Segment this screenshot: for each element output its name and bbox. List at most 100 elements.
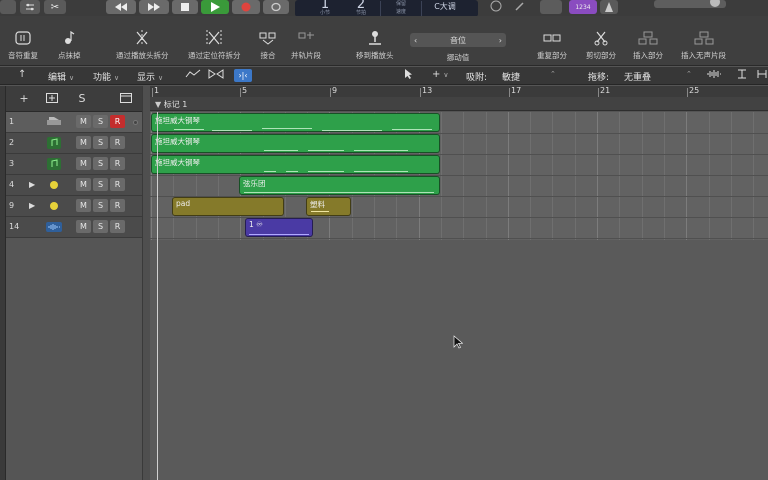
record-enable-button[interactable]: R: [110, 115, 125, 128]
record-enable-button[interactable]: R: [110, 220, 125, 233]
view-menu[interactable]: 显示 ∨: [137, 70, 163, 83]
up-arrow-icon[interactable]: ↑: [18, 69, 26, 80]
add-track-icon[interactable]: +: [14, 91, 34, 105]
repeat-section-label: 重复部分: [537, 51, 567, 60]
mute-button[interactable]: M: [76, 136, 91, 149]
duplicate-track-icon[interactable]: [44, 91, 60, 105]
track-number: 3: [9, 159, 15, 168]
pencil-icon[interactable]: [514, 0, 530, 14]
track-row[interactable]: 2 M S R: [6, 133, 142, 154]
drag-select[interactable]: 无重叠 ⌃: [624, 70, 694, 83]
record-enable-button[interactable]: R: [110, 136, 125, 149]
move-to-playhead-button[interactable]: 移到播放头: [356, 29, 394, 65]
mute-button[interactable]: M: [76, 157, 91, 170]
track-row[interactable]: 1 M S R: [6, 112, 142, 133]
library-icon[interactable]: [0, 0, 16, 14]
grid-line: [486, 112, 487, 240]
play-button[interactable]: [201, 0, 229, 14]
functions-menu[interactable]: 功能 ∨: [93, 70, 119, 83]
midi-region[interactable]: 施坦威大钢琴: [151, 155, 440, 174]
catch-playhead-icon[interactable]: ›|‹: [234, 69, 252, 82]
input-monitor-dot[interactable]: [133, 120, 138, 125]
audio-region[interactable]: 1 ♾: [245, 218, 313, 237]
solo-button[interactable]: S: [93, 199, 108, 212]
nudge-left-icon[interactable]: ‹: [414, 36, 417, 45]
record-enable-button[interactable]: R: [110, 199, 125, 212]
mute-button[interactable]: M: [76, 220, 91, 233]
crosshair-tool-icon[interactable]: + ∨: [432, 69, 449, 80]
master-volume-slider[interactable]: [654, 0, 726, 8]
mixer-settings-icon[interactable]: [20, 0, 40, 14]
solo-button[interactable]: S: [93, 115, 108, 128]
solo-button[interactable]: S: [93, 157, 108, 170]
disclosure-triangle-icon[interactable]: ▶: [29, 180, 35, 189]
join-button[interactable]: 接合: [259, 29, 277, 65]
playhead[interactable]: [157, 112, 158, 480]
midi-icon: [46, 157, 62, 171]
vertical-zoom-icon[interactable]: [737, 69, 747, 82]
snap-select[interactable]: 敏捷 ⌃: [502, 70, 558, 83]
solo-button[interactable]: S: [93, 178, 108, 191]
scissors-icon[interactable]: ✂: [44, 0, 66, 14]
record-enable-button[interactable]: R: [110, 178, 125, 191]
edit-menu[interactable]: 编辑 ∨: [48, 70, 74, 83]
lcd-display[interactable]: 1 小节 2 节拍 保留 速度 C大调: [295, 0, 478, 17]
grid-icon[interactable]: [540, 0, 562, 14]
pointer-tool-icon[interactable]: [403, 69, 417, 82]
mute-button[interactable]: M: [76, 115, 91, 128]
track-row[interactable]: 4 ▶ M S R: [6, 175, 142, 196]
automation-icon[interactable]: [185, 69, 201, 82]
horizontal-zoom-icon[interactable]: [757, 69, 767, 82]
track-number: 4: [9, 180, 15, 189]
insert-section-icon: [638, 29, 658, 47]
cut-section-button[interactable]: 剪切部分: [586, 29, 616, 65]
split-playhead-button[interactable]: 通过播放头拆分: [116, 29, 169, 65]
solo-button[interactable]: S: [93, 136, 108, 149]
bar-ruler[interactable]: 1 5 9 13 17 21 25: [150, 86, 768, 97]
point-erase-button[interactable]: 点抹掉: [58, 29, 81, 65]
record-enable-button[interactable]: R: [110, 157, 125, 170]
rewind-button[interactable]: [106, 0, 136, 14]
marker-track[interactable]: ▼ 标记 1: [150, 97, 768, 111]
mute-button[interactable]: M: [76, 178, 91, 191]
tuner-icon[interactable]: [490, 0, 506, 14]
insert-silence-button[interactable]: 插入无声片段: [681, 29, 726, 65]
insert-section-button[interactable]: 插入部分: [633, 29, 663, 65]
nudge-right-icon[interactable]: ›: [499, 36, 502, 45]
region-name: 弦乐团: [243, 179, 266, 188]
track-row[interactable]: 9 ▶ M S R: [6, 196, 142, 217]
marker-flag[interactable]: ▼ 标记 1: [155, 99, 187, 110]
mute-button[interactable]: M: [76, 199, 91, 212]
cycle-icon[interactable]: [263, 0, 289, 14]
region-name: 施坦威大钢琴: [155, 116, 200, 125]
stop-button[interactable]: [172, 0, 198, 14]
metronome-icon[interactable]: [600, 0, 618, 14]
split-locators-button[interactable]: 通过定位符拆分: [188, 29, 241, 65]
count-in-button[interactable]: 1234: [569, 0, 597, 14]
midi-region[interactable]: 施坦威大钢琴: [151, 113, 440, 132]
waveform-zoom-icon[interactable]: [706, 69, 722, 82]
note-repeat-button[interactable]: 音符重复: [8, 29, 38, 65]
fast-forward-button[interactable]: [139, 0, 169, 14]
disclosure-triangle-icon[interactable]: ▶: [29, 201, 35, 210]
join-label: 接合: [260, 51, 276, 60]
flex-icon[interactable]: [208, 69, 224, 82]
arrange-area[interactable]: 施坦威大钢琴 施坦威大钢琴 施坦威大钢琴 弦乐团 pad 塑料 1 ♾: [150, 112, 768, 480]
lcd-key[interactable]: C大调: [423, 0, 467, 17]
repeat-section-button[interactable]: 重复部分: [537, 29, 567, 65]
track-alt-icon[interactable]: [118, 91, 134, 105]
midi-region[interactable]: 施坦威大钢琴: [151, 134, 440, 153]
grid-line: [597, 112, 598, 240]
pattern-region[interactable]: 塑料: [306, 197, 351, 216]
bar-number: 17: [511, 86, 522, 95]
volume-knob[interactable]: [710, 0, 720, 7]
midi-region[interactable]: 弦乐团: [239, 176, 440, 195]
global-solo-button[interactable]: S: [74, 91, 90, 105]
solo-button[interactable]: S: [93, 220, 108, 233]
track-row[interactable]: 3 M S R: [6, 154, 142, 175]
nudge-value-stepper[interactable]: ‹ 音位 ›: [410, 33, 506, 47]
track-row[interactable]: 14 M S R: [6, 217, 142, 238]
bounce-regions-button[interactable]: 并轨片段: [291, 29, 321, 65]
record-button[interactable]: [232, 0, 260, 14]
pattern-region[interactable]: pad: [172, 197, 284, 216]
